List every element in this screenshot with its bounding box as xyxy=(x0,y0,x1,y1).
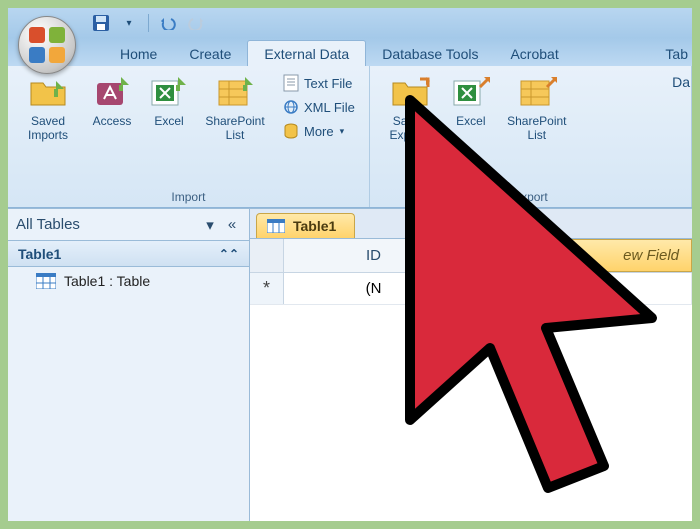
nav-item-label: Table1 : Table xyxy=(64,273,150,289)
sharepoint-export-icon xyxy=(517,74,557,110)
collapse-group-icon: ⌃⌃ xyxy=(219,247,239,261)
nav-group-header[interactable]: Table1 ⌃⌃ xyxy=(8,241,249,267)
redo-button[interactable] xyxy=(183,12,209,34)
tab-database-tools[interactable]: Database Tools xyxy=(366,41,494,66)
office-logo-icon xyxy=(29,27,65,63)
group-export: Saved Exports Excel SharePoint List Expo… xyxy=(370,66,692,207)
select-all-cell[interactable] xyxy=(250,239,284,272)
quick-access-toolbar: ▾ xyxy=(88,12,209,34)
tab-create[interactable]: Create xyxy=(173,41,247,66)
table-icon xyxy=(267,219,285,233)
button-label: Excel xyxy=(456,114,485,128)
folder-import-icon xyxy=(28,74,68,110)
button-label: Access xyxy=(93,114,132,128)
group-import: Saved Imports Access Excel xyxy=(8,66,370,207)
datasheet-new-row[interactable]: * (N xyxy=(250,273,692,305)
save-button[interactable] xyxy=(88,12,114,34)
button-label: Saved Exports xyxy=(378,114,442,142)
export-excel-button[interactable]: Excel xyxy=(444,70,498,132)
qat-dropdown[interactable]: ▾ xyxy=(116,12,142,34)
ribbon: Saved Imports Access Excel xyxy=(8,66,692,208)
sharepoint-list-icon xyxy=(215,74,255,110)
button-label: SharePoint List xyxy=(500,114,574,142)
saved-imports-button[interactable]: Saved Imports xyxy=(14,70,82,146)
save-icon xyxy=(92,14,110,32)
button-label: Saved Imports xyxy=(16,114,80,142)
button-label: SharePoint List xyxy=(198,114,272,142)
cell-id-new[interactable]: (N xyxy=(284,273,464,304)
tab-truncated-2[interactable]: Da xyxy=(664,69,692,94)
collapse-pane-button[interactable]: « xyxy=(223,216,241,234)
saved-exports-button[interactable]: Saved Exports xyxy=(376,70,444,146)
undo-button[interactable] xyxy=(155,12,181,34)
navigation-pane: All Tables ▾ « Table1 ⌃⌃ Table1 : Table xyxy=(8,209,250,521)
import-access-button[interactable]: Access xyxy=(82,70,142,132)
workspace: All Tables ▾ « Table1 ⌃⌃ Table1 : Table xyxy=(8,208,692,521)
tab-home[interactable]: Home xyxy=(104,41,173,66)
title-bar: ▾ xyxy=(8,8,692,38)
office-button[interactable] xyxy=(18,16,76,74)
xml-file-icon xyxy=(282,98,300,116)
redo-icon xyxy=(187,16,205,30)
import-more-button[interactable]: More ▾ xyxy=(278,120,359,142)
cell-new-field[interactable] xyxy=(464,273,692,304)
contextual-tabs: Da xyxy=(664,66,692,94)
tab-acrobat[interactable]: Acrobat xyxy=(494,41,574,66)
import-sharepoint-button[interactable]: SharePoint List xyxy=(196,70,274,146)
button-label: Text File xyxy=(304,76,352,91)
column-header-add-new[interactable]: ew Field xyxy=(464,239,692,272)
database-icon xyxy=(282,122,300,140)
ribbon-tab-strip: Home Create External Data Database Tools… xyxy=(8,38,692,66)
nav-group-title: Table1 xyxy=(18,246,61,262)
import-excel-button[interactable]: Excel xyxy=(142,70,196,132)
import-more-list: Text File XML File More ▾ xyxy=(274,70,363,144)
tab-truncated-1[interactable]: Tab xyxy=(649,41,692,66)
import-xml-file-button[interactable]: XML File xyxy=(278,96,359,118)
export-sharepoint-button[interactable]: SharePoint List xyxy=(498,70,576,146)
separator xyxy=(148,14,149,32)
row-selector-new[interactable]: * xyxy=(250,273,284,304)
nav-pane-title: All Tables xyxy=(16,216,80,233)
excel-icon xyxy=(149,74,189,110)
tab-external-data[interactable]: External Data xyxy=(247,40,366,66)
import-text-file-button[interactable]: Text File xyxy=(278,72,359,94)
nav-item-table1[interactable]: Table1 : Table xyxy=(8,267,249,295)
chevron-down-icon: ▾ xyxy=(340,126,345,137)
button-label: Excel xyxy=(154,114,183,128)
folder-export-icon xyxy=(390,74,430,110)
group-label: Export xyxy=(376,187,685,207)
group-label: Import xyxy=(14,187,363,207)
chevron-down-icon: ▾ xyxy=(126,18,131,29)
table-icon xyxy=(36,273,56,289)
document-area: Table1 ID ew Field * (N xyxy=(250,209,692,521)
document-tab-bar: Table1 xyxy=(250,209,692,239)
button-label: More xyxy=(304,124,334,139)
button-label: XML File xyxy=(304,100,355,115)
access-icon xyxy=(92,74,132,110)
document-tab-label: Table1 xyxy=(293,218,336,234)
text-file-icon xyxy=(282,74,300,92)
nav-pane-header[interactable]: All Tables ▾ « xyxy=(8,209,249,241)
column-header-id[interactable]: ID xyxy=(284,239,464,272)
undo-icon xyxy=(159,16,177,30)
chevron-down-icon[interactable]: ▾ xyxy=(201,216,219,234)
document-tab-table1[interactable]: Table1 xyxy=(256,213,355,238)
datasheet-header: ID ew Field xyxy=(250,239,692,273)
excel-export-icon xyxy=(451,74,491,110)
